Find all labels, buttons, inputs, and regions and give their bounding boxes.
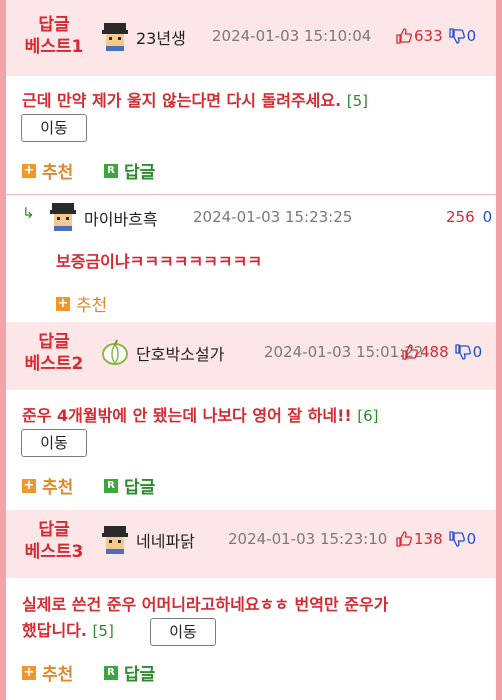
comment-body: 준우 4개월밖에 안 됐는데 나보다 영어 잘 하네!! (22, 406, 352, 425)
divider (6, 194, 496, 195)
best-label: 답글 베스트3 (14, 519, 94, 563)
comment-text: 보증금이냐ㅋㅋㅋㅋㅋㅋㅋㅋㅋ (56, 252, 263, 271)
thumbs-up-icon[interactable] (402, 344, 418, 360)
reply-count[interactable]: [5] (93, 622, 114, 640)
comment-body-line2: 했답니다. [5] (22, 618, 492, 644)
downvote-count: 0 (482, 208, 493, 226)
reply-button[interactable]: R 답글 (104, 660, 155, 685)
vote-box: 256 0 (446, 208, 492, 226)
comment-body: 근데 만약 제가 울지 않는다면 다시 돌려주세요. (22, 91, 342, 110)
thumbs-up-icon[interactable] (396, 531, 412, 547)
recommend-button[interactable]: + 추천 (22, 158, 73, 183)
timestamp: 2024-01-03 15:23:10 (228, 530, 388, 548)
thumbs-down-icon[interactable] (454, 344, 471, 360)
thumbs-down-icon[interactable] (448, 28, 465, 44)
comment-text: 실제로 쓴건 준우 어머니라고하네요ㅎㅎ 번역만 준우가 했답니다. [5] (22, 592, 492, 644)
move-button[interactable]: 이동 (21, 429, 87, 457)
best-label-line1: 답글 (38, 520, 70, 540)
reply-count[interactable]: [5] (347, 92, 368, 110)
pumpkin-icon[interactable] (100, 337, 130, 367)
vote-box: 488 0 (402, 343, 482, 361)
downvote-count: 0 (466, 27, 477, 45)
plus-box-icon: + (22, 664, 36, 680)
comment-text: 준우 4개월밖에 안 됐는데 나보다 영어 잘 하네!! [6] (22, 403, 492, 429)
recommend-label: 추천 (76, 296, 108, 316)
reply-button[interactable]: R 답글 (104, 473, 155, 498)
best-label-line2: 베스트3 (24, 542, 84, 562)
timestamp: 2024-01-03 15:10:04 (212, 27, 372, 45)
pixel-character-icon[interactable] (100, 21, 130, 51)
recommend-label: 추천 (42, 665, 74, 685)
r-badge-icon: R (104, 163, 118, 178)
recommend-label: 추천 (42, 478, 74, 498)
timestamp: 2024-01-03 15:23:25 (193, 208, 353, 226)
downvote-count: 0 (466, 530, 477, 548)
plus-box-icon: + (56, 295, 70, 311)
pixel-character-icon[interactable] (100, 524, 130, 554)
upvote-count: 138 (414, 530, 443, 548)
recommend-button[interactable]: + 추천 (56, 291, 107, 316)
r-badge-icon: R (104, 478, 118, 493)
reply-arrow-icon: ↳ (22, 204, 35, 222)
nickname[interactable]: 마이바흐흑 (84, 206, 158, 230)
pixel-character-icon[interactable] (48, 201, 78, 231)
reply-label: 답글 (124, 665, 156, 685)
recommend-button[interactable]: + 추천 (22, 660, 73, 685)
best-label-line1: 답글 (38, 332, 70, 352)
best-label-line2: 베스트2 (24, 354, 84, 374)
move-button[interactable]: 이동 (150, 618, 216, 646)
reply-label: 답글 (124, 163, 156, 183)
comment-body: 했답니다. (22, 621, 87, 640)
upvote-count: 488 (420, 343, 449, 361)
nickname[interactable]: 네네파닭 (136, 528, 195, 552)
best-label-line1: 답글 (38, 15, 70, 35)
nickname[interactable]: 단호박소설가 (136, 341, 224, 365)
upvote-count: 256 (446, 208, 475, 226)
downvote-count: 0 (472, 343, 483, 361)
best-label-line2: 베스트1 (24, 37, 84, 57)
move-button[interactable]: 이동 (21, 114, 87, 142)
vote-box: 633 0 (396, 27, 476, 45)
thumbs-down-icon[interactable] (448, 531, 465, 547)
vote-box: 138 0 (396, 530, 476, 548)
comment-body-line1: 실제로 쓴건 준우 어머니라고하네요ㅎㅎ 번역만 준우가 (22, 595, 389, 614)
comment-text: 근데 만약 제가 울지 않는다면 다시 돌려주세요. [5] (22, 88, 492, 114)
timestamp: 2024-01-03 15:01:22 (264, 343, 424, 361)
reply-count[interactable]: [6] (357, 407, 378, 425)
upvote-count: 633 (414, 27, 443, 45)
recommend-label: 추천 (42, 163, 74, 183)
plus-box-icon: + (22, 477, 36, 493)
thumbs-up-icon[interactable] (396, 28, 412, 44)
reply-label: 답글 (124, 478, 156, 498)
best-label: 답글 베스트1 (14, 14, 94, 58)
plus-box-icon: + (22, 162, 36, 178)
recommend-button[interactable]: + 추천 (22, 473, 73, 498)
reply-button[interactable]: R 답글 (104, 158, 155, 183)
best-label: 답글 베스트2 (14, 331, 94, 375)
nickname[interactable]: 23년생 (136, 25, 186, 49)
r-badge-icon: R (104, 665, 118, 680)
